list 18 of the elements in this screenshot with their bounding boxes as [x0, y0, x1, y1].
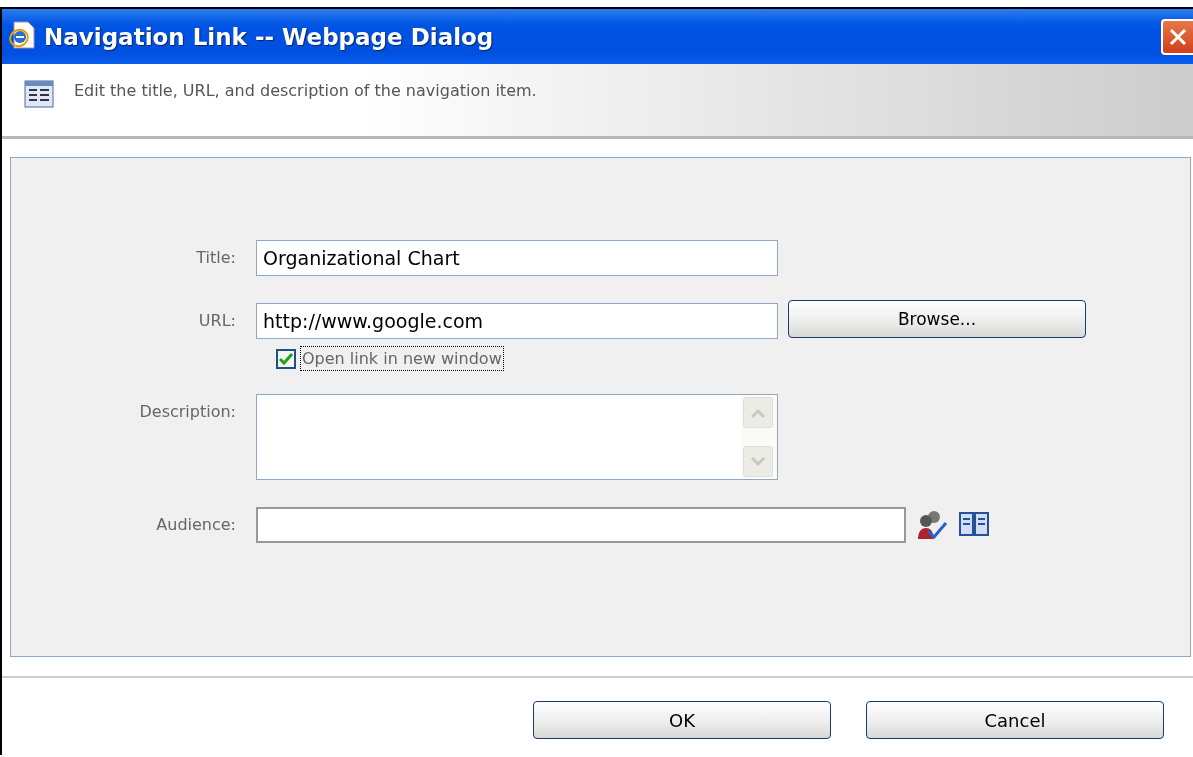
dialog-button[interactable]: Cancel — [866, 701, 1164, 739]
caret-up-icon — [750, 407, 766, 418]
checkbox-label[interactable]: Open link in new window — [300, 346, 504, 371]
header-description: Edit the title, URL, and description of the navigation item. — [74, 81, 537, 100]
field-label: Title: — [195, 247, 237, 267]
url-field[interactable]: http://www.google.com — [256, 303, 778, 339]
title-field[interactable]: Organizational Chart — [256, 240, 778, 276]
field-label: URL: — [197, 310, 237, 330]
browse-button[interactable]: Browse... — [788, 300, 1086, 338]
field-label: Audience: — [155, 514, 237, 534]
field-label: Description: — [138, 401, 237, 421]
close-button[interactable] — [1161, 18, 1193, 55]
checkbox[interactable] — [276, 348, 296, 369]
dialog-button[interactable]: OK — [533, 701, 831, 739]
caret-down-icon — [750, 456, 766, 467]
window-title: Navigation Link -- Webpage Dialog — [44, 23, 494, 50]
audience-field[interactable] — [256, 507, 906, 543]
close-icon — [1168, 26, 1188, 47]
